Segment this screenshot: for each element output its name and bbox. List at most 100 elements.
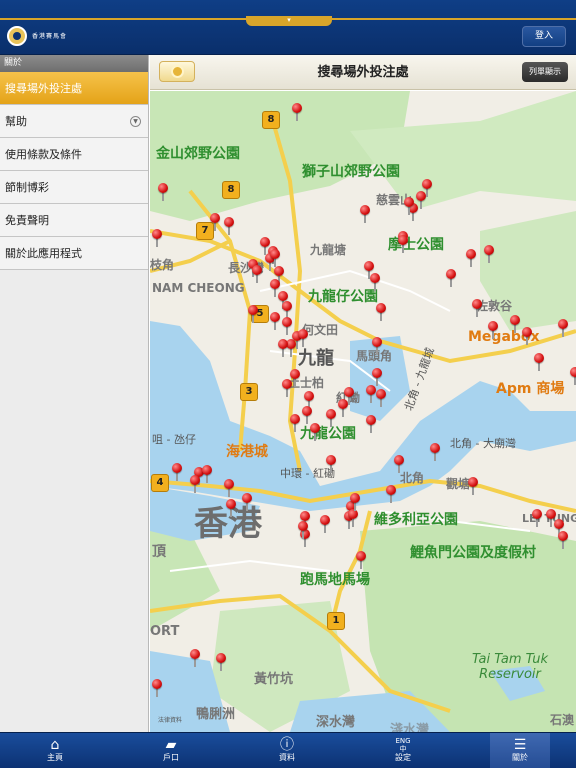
outlet-pin-icon[interactable] <box>376 303 386 321</box>
outlet-pin-icon[interactable] <box>372 337 382 355</box>
outlet-pin-icon[interactable] <box>488 321 498 339</box>
sidebar: 關於 搜尋場外投注處 幫助 ▼ 使用條款及條件 節制博彩 免責聲明 關於此應用程式 <box>0 55 149 732</box>
outlet-pin-icon[interactable] <box>344 387 354 405</box>
outlet-pin-icon[interactable] <box>152 229 162 247</box>
outlet-pin-icon[interactable] <box>398 235 408 253</box>
outlet-pin-icon[interactable] <box>386 485 396 503</box>
outlet-pin-icon[interactable] <box>320 515 330 533</box>
map-park-area <box>480 211 576 331</box>
jockey-club-logo-icon <box>7 26 27 46</box>
outlet-pin-icon[interactable] <box>270 312 280 330</box>
outlet-pin-icon[interactable] <box>224 217 234 235</box>
outlet-pin-icon[interactable] <box>360 205 370 223</box>
outlet-pin-icon[interactable] <box>404 197 414 215</box>
page-title: 搜尋場外投注處 <box>317 65 409 80</box>
outlet-pin-icon[interactable] <box>252 265 262 283</box>
outlet-pin-icon[interactable] <box>534 353 544 371</box>
outlet-pin-icon[interactable] <box>366 385 376 403</box>
tab-label: 設定 <box>395 753 411 762</box>
sidebar-item-search-outlets[interactable]: 搜尋場外投注處 <box>0 72 148 105</box>
outlet-pin-icon[interactable] <box>366 415 376 433</box>
outlet-pin-icon[interactable] <box>558 531 568 549</box>
sidebar-item-terms[interactable]: 使用條款及條件 <box>0 138 148 171</box>
outlet-pin-icon[interactable] <box>224 479 234 497</box>
tab-info[interactable]: ⓘ 資料 <box>257 733 317 768</box>
outlet-pin-icon[interactable] <box>298 521 308 539</box>
outlet-pin-icon[interactable] <box>532 509 542 527</box>
outlet-pin-icon[interactable] <box>190 475 200 493</box>
route-shield: 3 <box>240 383 258 401</box>
tab-home[interactable]: ⌂ 主頁 <box>25 733 85 768</box>
logo-text: 香港賽馬會 <box>32 33 68 40</box>
outlet-pin-icon[interactable] <box>348 509 358 527</box>
outlet-pin-icon[interactable] <box>372 368 382 386</box>
locate-icon <box>171 65 184 78</box>
route-shield: 8 <box>222 181 240 199</box>
sidebar-item-label: 關於此應用程式 <box>5 247 82 260</box>
settings-icon: ENG 中 <box>395 737 411 753</box>
outlet-pin-icon[interactable] <box>270 249 280 267</box>
sidebar-item-label: 幫助 <box>5 115 27 128</box>
app-window: ▾ 香港賽馬會 登入 關於 搜尋場外投注處 幫助 ▼ 使用條款及條件 節制博彩 免… <box>0 0 576 768</box>
outlet-pin-icon[interactable] <box>510 315 520 333</box>
outlet-pin-icon[interactable] <box>278 339 288 357</box>
tab-label: 資料 <box>279 753 295 762</box>
sidebar-item-about-app[interactable]: 關於此應用程式 <box>0 237 148 270</box>
sidebar-item-label: 免責聲明 <box>5 214 49 227</box>
outlet-pin-icon[interactable] <box>570 367 576 385</box>
outlet-pin-icon[interactable] <box>468 477 478 495</box>
legal-link[interactable]: 法律資料 <box>158 715 182 724</box>
outlet-pin-icon[interactable] <box>152 679 162 697</box>
outlet-pin-icon[interactable] <box>310 423 320 441</box>
sidebar-item-disclaimer[interactable]: 免責聲明 <box>0 204 148 237</box>
home-icon: ⌂ <box>50 737 60 753</box>
outlet-pin-icon[interactable] <box>326 409 336 427</box>
about-icon: ☰ <box>513 737 527 753</box>
outlet-pin-icon[interactable] <box>290 414 300 432</box>
outlet-pin-icon[interactable] <box>350 493 360 511</box>
outlet-pin-icon[interactable] <box>446 269 456 287</box>
outlet-pin-icon[interactable] <box>472 299 482 317</box>
sidebar-item-help[interactable]: 幫助 ▼ <box>0 105 148 138</box>
pull-down-tab[interactable]: ▾ <box>246 16 332 26</box>
outlet-pin-icon[interactable] <box>292 103 302 121</box>
outlet-pin-icon[interactable] <box>202 465 212 483</box>
outlet-pin-icon[interactable] <box>302 406 312 424</box>
list-view-button[interactable]: 列單顯示 <box>522 62 568 82</box>
bottom-tab-bar: ⌂ 主頁 ▰ 戶口 ⓘ 資料 ENG 中 設定 ☰ 關於 <box>0 732 576 768</box>
outlet-pin-icon[interactable] <box>356 551 366 569</box>
outlet-pin-icon[interactable] <box>216 653 226 671</box>
sidebar-section-title: 關於 <box>0 55 148 72</box>
outlet-pin-icon[interactable] <box>370 273 380 291</box>
chevron-down-icon[interactable]: ▼ <box>130 116 141 127</box>
outlet-pin-icon[interactable] <box>298 329 308 347</box>
outlet-pin-icon[interactable] <box>422 179 432 197</box>
outlet-pin-icon[interactable] <box>484 245 494 263</box>
outlet-pin-icon[interactable] <box>190 649 200 667</box>
outlet-pin-icon[interactable] <box>522 327 532 345</box>
outlet-pin-icon[interactable] <box>248 305 258 323</box>
sidebar-item-label: 搜尋場外投注處 <box>5 82 82 95</box>
outlet-pin-icon[interactable] <box>282 317 292 335</box>
outlet-pin-icon[interactable] <box>466 249 476 267</box>
outlet-pin-icon[interactable] <box>210 213 220 231</box>
locate-button[interactable] <box>159 61 195 82</box>
map-view[interactable]: 金山郊野公園 獅子山郊野公園 慈雲山 摩士公園 九龍塘 長沙灣 枝角 NAM C… <box>150 91 576 732</box>
outlet-pin-icon[interactable] <box>242 493 252 511</box>
tab-label: 主頁 <box>47 753 63 762</box>
outlet-pin-icon[interactable] <box>172 463 182 481</box>
outlet-pin-icon[interactable] <box>326 455 336 473</box>
sidebar-item-responsible-gambling[interactable]: 節制博彩 <box>0 171 148 204</box>
outlet-pin-icon[interactable] <box>394 455 404 473</box>
tab-about[interactable]: ☰ 關於 <box>490 733 550 768</box>
tab-settings[interactable]: ENG 中 設定 <box>373 733 433 768</box>
tab-account[interactable]: ▰ 戶口 <box>141 733 201 768</box>
map-base-graphic <box>150 91 576 732</box>
login-button[interactable]: 登入 <box>522 26 566 47</box>
outlet-pin-icon[interactable] <box>558 319 568 337</box>
outlet-pin-icon[interactable] <box>376 389 386 407</box>
outlet-pin-icon[interactable] <box>226 499 236 517</box>
outlet-pin-icon[interactable] <box>158 183 168 201</box>
outlet-pin-icon[interactable] <box>430 443 440 461</box>
outlet-pin-icon[interactable] <box>282 379 292 397</box>
